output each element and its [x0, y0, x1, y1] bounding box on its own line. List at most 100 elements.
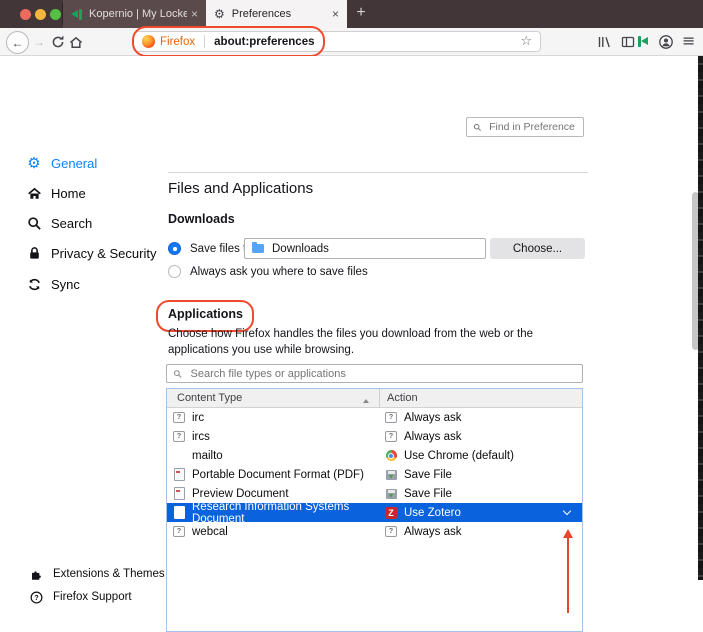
- question-bubble-icon: [173, 412, 185, 423]
- window-minimize-button[interactable]: [35, 9, 46, 20]
- action-cell[interactable]: Save File: [379, 469, 582, 481]
- question-bubble-icon: [385, 526, 397, 537]
- action-label: Save File: [404, 487, 452, 500]
- action-cell[interactable]: Always ask: [379, 526, 582, 538]
- close-icon[interactable]: ×: [191, 7, 198, 21]
- sidebar-item-label: Sync: [51, 276, 80, 292]
- content-type-label: Preview Document: [192, 487, 289, 500]
- tab-bar: Kopernio | My Locker × ⚙ Preferences × +: [0, 0, 703, 28]
- action-cell[interactable]: Save File: [379, 488, 582, 500]
- tab-label: Preferences: [231, 8, 292, 20]
- applications-heading: Applications: [168, 307, 244, 321]
- content-type-cell: irc: [167, 412, 379, 424]
- menu-icon[interactable]: ≡: [682, 31, 695, 50]
- close-icon[interactable]: ×: [332, 7, 339, 21]
- question-circle-icon: ?: [30, 591, 43, 603]
- new-tab-button[interactable]: +: [352, 4, 370, 22]
- search-icon: [26, 216, 42, 231]
- tab-preferences[interactable]: ⚙ Preferences ×: [206, 0, 347, 28]
- reload-icon[interactable]: [50, 34, 66, 50]
- content-type-label: ircs: [192, 430, 210, 443]
- action-label: Save File: [404, 468, 452, 481]
- back-button[interactable]: ←: [6, 31, 29, 54]
- action-label: Use Zotero: [404, 506, 461, 519]
- question-bubble-icon: [385, 431, 397, 442]
- content-type-label: irc: [192, 411, 205, 424]
- action-label: Always ask: [404, 430, 462, 443]
- sidebar-item-search[interactable]: Search: [26, 214, 92, 232]
- bookmark-star-icon[interactable]: ☆: [520, 34, 532, 49]
- tab-kopernio[interactable]: Kopernio | My Locker ×: [63, 0, 206, 28]
- sidebar-item-privacy-security[interactable]: Privacy & Security: [26, 244, 156, 262]
- sidebar-item-firefox-support[interactable]: ? Firefox Support: [30, 589, 132, 605]
- sort-ascending-icon: [363, 399, 369, 403]
- question-bubble-icon: [385, 412, 397, 423]
- chrome-icon: [385, 450, 397, 461]
- home-icon[interactable]: [68, 34, 84, 50]
- sidebar-item-home[interactable]: Home: [26, 184, 86, 202]
- svg-text:?: ?: [34, 592, 39, 601]
- content-type-label: Research Information Systems Document: [192, 500, 350, 525]
- window-zoom-button[interactable]: [50, 9, 61, 20]
- column-header-content-type[interactable]: Content Type: [167, 392, 379, 404]
- sync-icon: [26, 277, 42, 292]
- find-in-preferences[interactable]: [466, 117, 584, 137]
- sidebar-item-sync[interactable]: Sync: [26, 275, 80, 293]
- action-cell[interactable]: Use Chrome (default): [379, 450, 582, 462]
- sidebar-footer-label: Extensions & Themes: [53, 568, 165, 580]
- action-cell[interactable]: Use Zotero: [379, 506, 582, 519]
- page-title: Files and Applications: [168, 180, 314, 197]
- folder-icon: [252, 242, 264, 253]
- always-ask-radio[interactable]: [168, 265, 181, 278]
- sidebar-footer-label: Firefox Support: [53, 591, 132, 603]
- action-cell[interactable]: Always ask: [379, 412, 582, 424]
- always-ask-label: Always ask you where to save files: [190, 266, 368, 278]
- lock-icon: [26, 246, 42, 261]
- zotero-icon: [385, 506, 397, 519]
- save-file-icon: [385, 469, 397, 480]
- table-row[interactable]: Research Information Systems Document Us…: [167, 500, 582, 525]
- forward-button[interactable]: →: [33, 35, 45, 49]
- save-files-to-radio[interactable]: [168, 242, 181, 255]
- table-row[interactable]: irc Always ask: [167, 408, 582, 427]
- sidebar-item-general[interactable]: ⚙ General: [26, 154, 97, 172]
- applications-search-input[interactable]: [188, 366, 576, 381]
- sidebar-toggle-icon[interactable]: [620, 34, 636, 50]
- question-bubble-icon: [173, 526, 185, 537]
- applications-table-body: irc Always ask ircs Always ask mailto Us…: [167, 408, 582, 541]
- url-bar[interactable]: Firefox about:preferences ☆: [133, 31, 541, 52]
- chevron-down-icon[interactable]: [563, 508, 571, 516]
- download-folder-field[interactable]: Downloads: [244, 238, 486, 259]
- table-row[interactable]: Portable Document Format (PDF) Save File: [167, 465, 582, 484]
- save-file-icon: [385, 488, 397, 499]
- downloads-heading: Downloads: [168, 212, 235, 226]
- applications-description: Choose how Firefox handles the files you…: [168, 328, 534, 356]
- applications-table: Content Type Action irc Always ask ircs …: [166, 388, 583, 632]
- column-header-action[interactable]: Action: [379, 389, 582, 407]
- annotation-arrow-head: [563, 529, 573, 538]
- sidebar-item-label: Search: [51, 215, 93, 231]
- window-close-button[interactable]: [20, 9, 31, 20]
- tab-label: Kopernio | My Locker: [89, 8, 187, 20]
- table-row[interactable]: mailto Use Chrome (default): [167, 446, 582, 465]
- url-brand-chip: Firefox: [160, 35, 196, 48]
- table-header: Content Type Action: [167, 389, 582, 408]
- download-folder-value: Downloads: [272, 242, 329, 255]
- firefox-logo-icon: [142, 35, 155, 48]
- action-cell[interactable]: Always ask: [379, 431, 582, 443]
- kopernio-icon: [71, 8, 82, 20]
- applications-search[interactable]: [166, 364, 583, 383]
- account-icon[interactable]: [658, 34, 674, 50]
- choose-button[interactable]: Choose...: [490, 238, 585, 259]
- table-row[interactable]: webcal Always ask: [167, 522, 582, 541]
- library-icon[interactable]: [596, 34, 612, 50]
- action-label: Always ask: [404, 525, 462, 538]
- sidebar-item-label: Home: [51, 185, 86, 201]
- find-input[interactable]: [487, 120, 577, 134]
- preferences-page: ⚙ General Home Search Privacy & Security: [0, 56, 703, 632]
- content-type-cell: Portable Document Format (PDF): [167, 468, 379, 481]
- url-text[interactable]: about:preferences: [214, 36, 314, 48]
- table-row[interactable]: ircs Always ask: [167, 427, 582, 446]
- section-divider: [168, 172, 588, 173]
- action-label: Use Chrome (default): [404, 449, 514, 462]
